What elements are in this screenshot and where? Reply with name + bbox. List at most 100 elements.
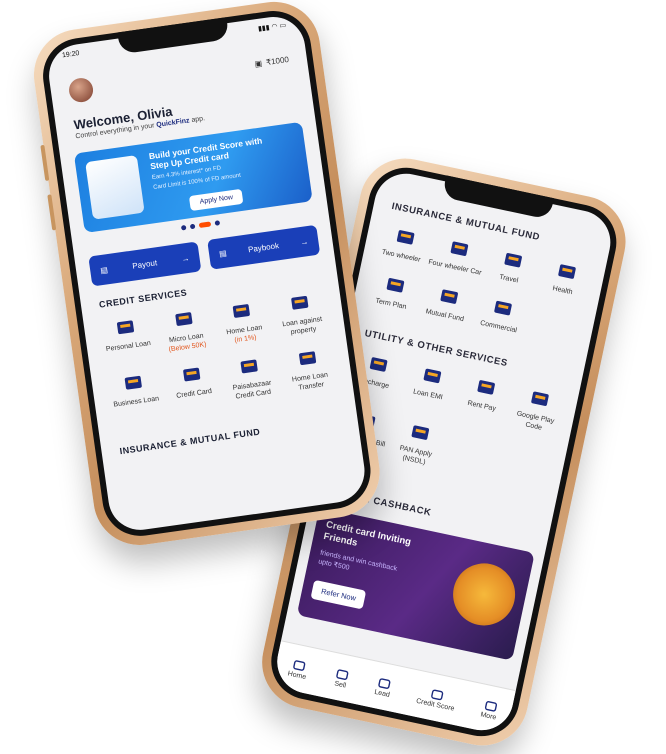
service-tile[interactable]: Personal Loan [95, 312, 159, 364]
carousel-dot[interactable] [189, 223, 195, 230]
carousel-dot[interactable] [214, 220, 220, 226]
prize-wheel-illustration [447, 557, 521, 632]
service-tile[interactable]: Term Plan [363, 269, 424, 315]
money-bag-icon [435, 283, 463, 310]
service-tile[interactable]: Loan EMI [398, 359, 461, 413]
service-label: Loan against property [273, 314, 333, 340]
handshake-icon [286, 290, 313, 315]
status-time: 19:20 [61, 50, 80, 60]
tab-lead[interactable]: Lead [374, 675, 394, 699]
service-tile[interactable]: Credit Card [161, 360, 225, 412]
tab-more[interactable]: More [480, 697, 500, 721]
service-tile[interactable]: Mutual Fund [417, 280, 478, 326]
tagline-suffix: app. [190, 115, 206, 125]
home-loan-icon [228, 298, 255, 323]
payout-label: Payout [131, 257, 158, 271]
wallet-balance[interactable]: ▣ ₹1000 [254, 55, 289, 69]
service-label-text: Loan against property [281, 315, 323, 337]
credit-card-icon [178, 362, 205, 387]
tab-label: Sell [333, 679, 347, 690]
service-label: Business Loan [113, 394, 160, 409]
service-label-text: Business Loan [113, 395, 160, 409]
service-tile[interactable]: Four wheeler Car [427, 232, 488, 278]
service-tile[interactable]: Travel [481, 244, 542, 290]
personal-loan-icon [112, 315, 139, 340]
service-label-text: Two wheeler [381, 248, 422, 264]
tab-sell[interactable]: Sell [332, 666, 352, 690]
service-label: Paisabazaar Credit Card [223, 377, 283, 403]
service-tile[interactable]: Paisabazaar Credit Card [219, 351, 283, 403]
service-label: Mutual Fund [425, 307, 465, 324]
service-label-text: Four wheeler Car [427, 258, 483, 277]
service-label-text: Loan EMI [412, 388, 444, 402]
arrow-right-icon: → [180, 253, 191, 264]
service-tile[interactable]: Health [535, 255, 596, 301]
signal-icons: ▮▮▮ ◠ ▭ [257, 22, 287, 33]
apply-now-button[interactable]: Apply Now [188, 188, 244, 212]
banner-title: Build your Credit Score with Step Up Cre… [148, 135, 263, 172]
money-hand-icon [418, 363, 446, 390]
paybook-button[interactable]: ▤ Paybook → [207, 224, 321, 270]
travel-icon [499, 247, 527, 274]
paybook-label: Paybook [247, 240, 280, 254]
service-tile[interactable]: Commercial [471, 292, 532, 338]
service-tile[interactable]: Rent Pay [452, 371, 515, 425]
service-tile[interactable]: PAN Apply (NSDL) [386, 416, 449, 470]
credit-card-illustration [85, 155, 145, 220]
front-phone-screen: 19:20 ▮▮▮ ◠ ▭ ▣ ₹1000 Welcome, Olivia Co… [44, 12, 369, 534]
umbrella-icon [553, 258, 581, 285]
avatar[interactable] [67, 76, 95, 104]
service-tile[interactable]: Loan against property [269, 288, 333, 340]
service-label: Rent Pay [467, 399, 497, 414]
service-label-text: Credit Card [175, 387, 213, 400]
service-label: Credit Card [176, 387, 213, 401]
service-label: Four wheeler Car [427, 258, 482, 278]
arrow-right-icon: → [299, 236, 309, 247]
payout-icon: ▤ [99, 264, 109, 275]
tab-credit-score[interactable]: Credit Score [416, 684, 458, 712]
phone-icon [364, 351, 392, 378]
service-label: Google Play Code [506, 408, 564, 437]
scooter-icon [391, 224, 419, 251]
insurance-section-title: INSURANCE & MUTUAL FUND [118, 426, 261, 457]
service-tile[interactable]: Home Loan Transfer [277, 343, 341, 395]
credit-section-title: CREDIT SERVICES [98, 287, 188, 310]
tab-home[interactable]: Home [287, 656, 310, 681]
refer-now-button[interactable]: Refer Now [310, 579, 367, 610]
card-stack-icon [236, 354, 263, 379]
service-label-text: Commercial [479, 319, 518, 335]
service-label-text: Mutual Fund [424, 308, 465, 324]
volume-button [47, 194, 57, 231]
carousel-dot-active[interactable] [198, 221, 211, 229]
service-tile[interactable]: Business Loan [103, 368, 167, 420]
paybook-icon: ▤ [218, 248, 228, 258]
service-label: Travel [498, 273, 519, 286]
service-label: Micro Loan (Below 50K) [167, 331, 207, 354]
wallet-amount: ₹1000 [265, 54, 290, 68]
play-icon [525, 385, 553, 412]
service-tile[interactable]: Two wheeler [373, 221, 434, 267]
credit-services-grid: Personal Loan Micro Loan (Below 50K) Home L… [95, 288, 341, 420]
service-label-text: Travel [498, 273, 519, 285]
service-label: Home Loan (in 1%) [226, 323, 264, 346]
transfer-icon [294, 346, 321, 371]
car-icon [445, 235, 473, 262]
service-tile[interactable]: Google Play Code [506, 382, 569, 436]
service-label: Health [552, 284, 574, 297]
service-tile[interactable]: Micro Loan (Below 50K) [153, 304, 217, 356]
term-plan-icon [381, 272, 409, 299]
service-label: Term Plan [375, 297, 408, 312]
payout-button[interactable]: ▤ Payout → [88, 241, 202, 287]
service-label-text: Rent Pay [466, 399, 497, 413]
business-loan-icon [120, 370, 147, 395]
service-label-text: Google Play Code [516, 410, 555, 432]
front-phone: 19:20 ▮▮▮ ◠ ▭ ▣ ₹1000 Welcome, Olivia Co… [28, 0, 386, 551]
truck-icon [489, 295, 517, 322]
service-label-text: PAN Apply (NSDL) [398, 444, 433, 467]
service-tile[interactable]: Home Loan (in 1%) [211, 296, 275, 348]
volume-button [40, 144, 50, 181]
service-label-text: Home Loan Transfer [291, 371, 329, 392]
carousel-dot[interactable] [180, 224, 187, 231]
service-label: Two wheeler [381, 248, 421, 265]
service-label-text: Personal Loan [105, 339, 152, 354]
